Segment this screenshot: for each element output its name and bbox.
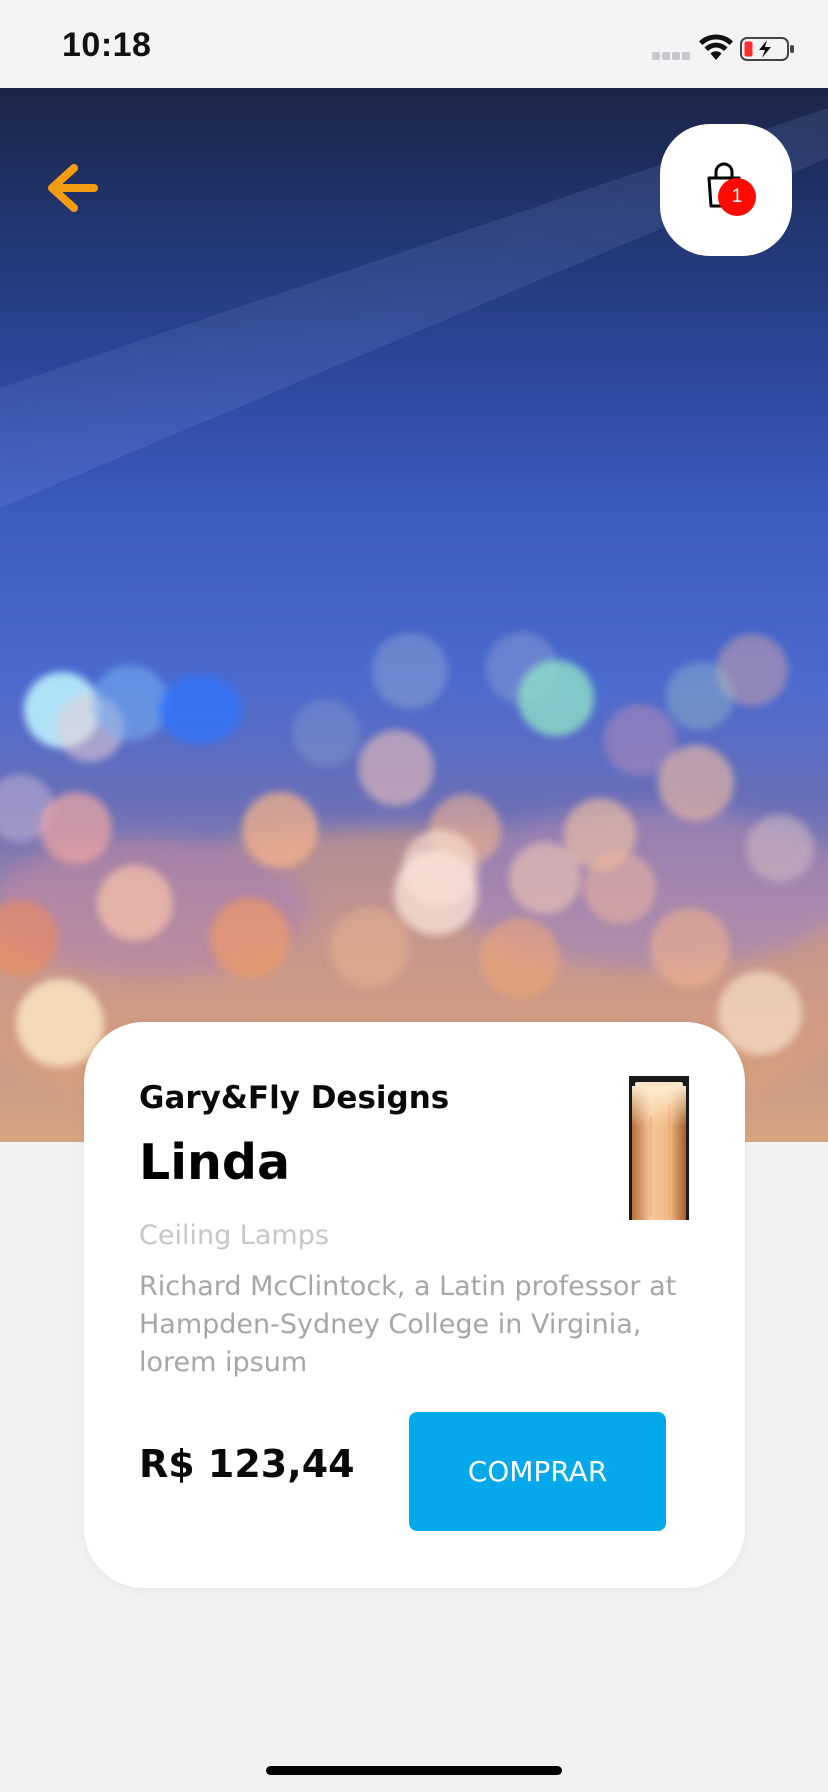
product-price: R$ 123,44	[139, 1442, 355, 1486]
wifi-icon	[699, 34, 733, 60]
home-indicator	[266, 1766, 562, 1775]
cart-badge: 1	[718, 178, 756, 216]
status-bar: 10:18	[0, 0, 828, 88]
product-name: Linda	[139, 1134, 291, 1191]
product-category: Ceiling Lamps	[139, 1220, 329, 1251]
cart-button[interactable]: 1	[660, 124, 792, 256]
product-thumbnail	[629, 1076, 689, 1220]
hero-image: 1	[0, 88, 828, 1142]
product-description: Richard McClintock, a Latin professor at…	[139, 1271, 677, 1378]
back-arrow-icon[interactable]	[44, 160, 100, 216]
product-brand: Gary&Fly Designs	[139, 1080, 450, 1116]
battery-charging-icon	[740, 37, 794, 61]
product-card: Gary&Fly Designs Linda Ceiling Lamps Ric…	[84, 1022, 745, 1588]
buy-button[interactable]: COMPRAR	[409, 1412, 666, 1531]
status-time: 10:18	[62, 26, 152, 64]
cellular-signal-icon	[652, 52, 690, 62]
